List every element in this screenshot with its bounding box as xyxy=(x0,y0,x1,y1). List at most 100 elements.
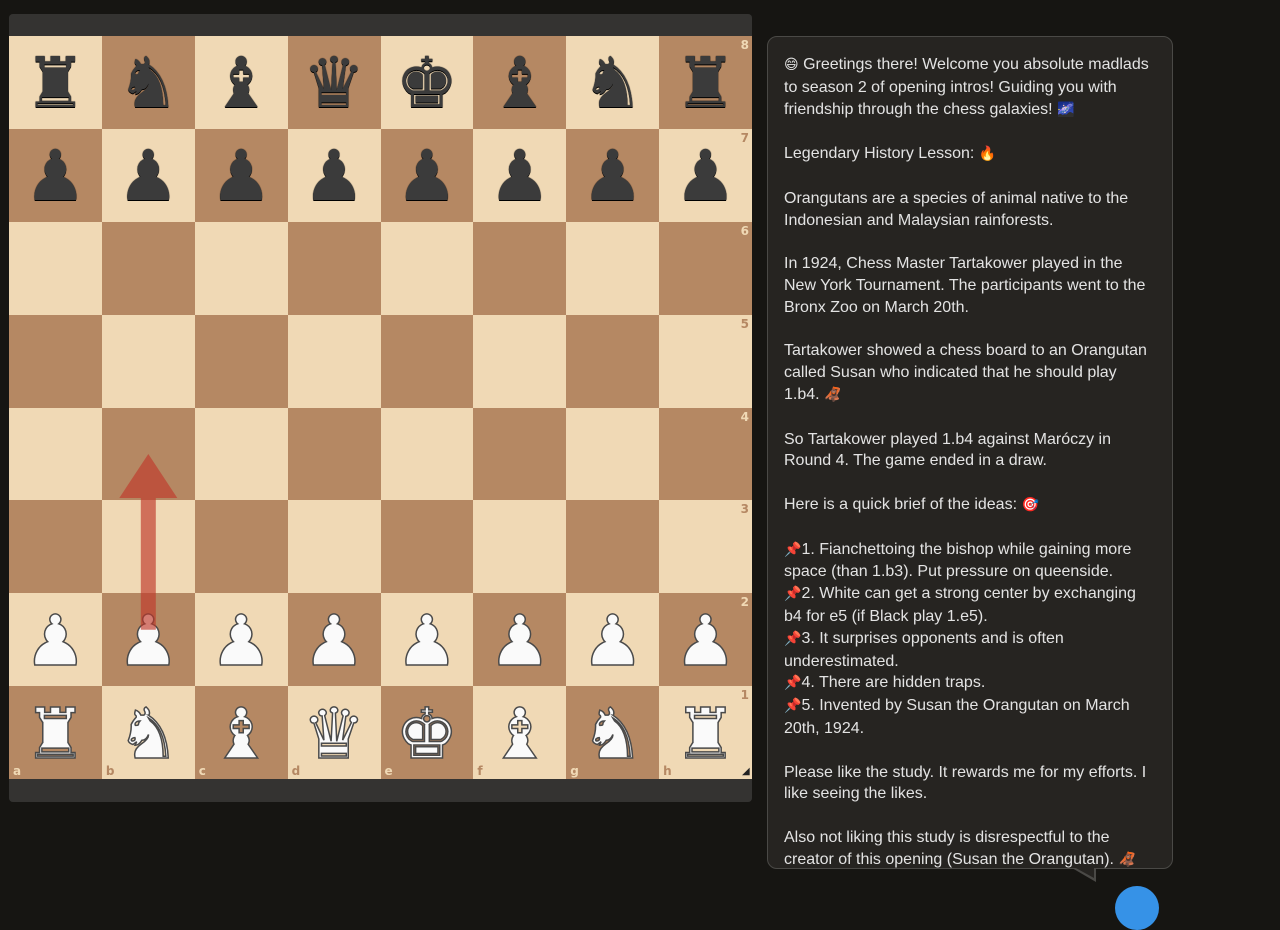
square-d1[interactable]: ♛ d xyxy=(287,686,381,779)
white-pawn-icon[interactable]: ♟ xyxy=(581,605,645,677)
white-pawn-icon[interactable]: ♟ xyxy=(23,605,87,677)
square-b3[interactable] xyxy=(101,500,195,594)
square-a3[interactable] xyxy=(9,500,102,594)
square-c4[interactable] xyxy=(194,407,288,501)
square-h5[interactable]: 5 xyxy=(659,314,752,408)
square-b2[interactable]: ♟ xyxy=(101,593,195,687)
square-d4[interactable] xyxy=(287,407,381,501)
square-b5[interactable] xyxy=(101,314,195,408)
black-pawn-icon[interactable]: ♟ xyxy=(210,141,273,211)
square-c3[interactable] xyxy=(194,500,288,594)
square-f2[interactable]: ♟ xyxy=(473,593,567,687)
square-c5[interactable] xyxy=(194,314,288,408)
square-h4[interactable]: 4 xyxy=(659,407,752,501)
square-d6[interactable] xyxy=(287,221,381,315)
square-f1[interactable]: ♝ f xyxy=(473,686,567,779)
square-h6[interactable]: 6 xyxy=(659,221,752,315)
square-a6[interactable] xyxy=(9,221,102,315)
square-c1[interactable]: ♝ c xyxy=(194,686,288,779)
square-b6[interactable] xyxy=(101,221,195,315)
square-h3[interactable]: 3 xyxy=(659,500,752,594)
board-resize-grip-icon[interactable]: ◢ xyxy=(742,767,752,777)
black-pawn-icon[interactable]: ♟ xyxy=(396,141,459,211)
black-bishop-icon[interactable]: ♝ xyxy=(210,48,273,118)
square-e8[interactable]: ♚ xyxy=(380,36,474,129)
white-rook-icon[interactable]: ♜ xyxy=(673,698,737,770)
black-pawn-icon[interactable]: ♟ xyxy=(117,141,180,211)
square-f5[interactable] xyxy=(473,314,567,408)
square-c8[interactable]: ♝ xyxy=(194,36,288,129)
square-c2[interactable]: ♟ xyxy=(194,593,288,687)
square-f6[interactable] xyxy=(473,221,567,315)
square-d3[interactable] xyxy=(287,500,381,594)
square-e7[interactable]: ♟ xyxy=(380,128,474,222)
black-pawn-icon[interactable]: ♟ xyxy=(488,141,551,211)
square-h2[interactable]: ♟ 2 xyxy=(659,593,752,687)
chat-avatar-button[interactable] xyxy=(1115,886,1159,930)
white-knight-icon[interactable]: ♞ xyxy=(581,698,645,770)
black-pawn-icon[interactable]: ♟ xyxy=(24,141,87,211)
square-e6[interactable] xyxy=(380,221,474,315)
square-a5[interactable] xyxy=(9,314,102,408)
square-g2[interactable]: ♟ xyxy=(566,593,660,687)
square-g4[interactable] xyxy=(566,407,660,501)
square-d8[interactable]: ♛ xyxy=(287,36,381,129)
white-queen-icon[interactable]: ♛ xyxy=(302,698,366,770)
square-f8[interactable]: ♝ xyxy=(473,36,567,129)
square-a7[interactable]: ♟ xyxy=(9,128,102,222)
square-b7[interactable]: ♟ xyxy=(101,128,195,222)
square-e2[interactable]: ♟ xyxy=(380,593,474,687)
square-f4[interactable] xyxy=(473,407,567,501)
greeting-paragraph: 😄 Greetings there! Welcome you absolute … xyxy=(784,54,1156,121)
square-a2[interactable]: ♟ xyxy=(9,593,102,687)
white-pawn-icon[interactable]: ♟ xyxy=(116,605,180,677)
black-pawn-icon[interactable]: ♟ xyxy=(303,141,366,211)
white-pawn-icon[interactable]: ♟ xyxy=(302,605,366,677)
square-g5[interactable] xyxy=(566,314,660,408)
black-pawn-icon[interactable]: ♟ xyxy=(581,141,644,211)
white-pawn-icon[interactable]: ♟ xyxy=(209,605,273,677)
square-g6[interactable] xyxy=(566,221,660,315)
square-g3[interactable] xyxy=(566,500,660,594)
chessboard[interactable]: ♜ ♞ ♝ ♛ ♚ ♝ ♞ ♜ 8 ♟ ♟ ♟ ♟ ♟ ♟ ♟ ♟ 7 6 5 4 3 ♟ ♟ ♟ ♟ ♟ ♟ ♟ ♟ 2 ♜ a ♞ b ♝ c ♛ d ♚… xyxy=(9,36,752,779)
square-e1[interactable]: ♚ e xyxy=(380,686,474,779)
square-h8[interactable]: ♜ 8 xyxy=(659,36,752,129)
square-e4[interactable] xyxy=(380,407,474,501)
square-h1[interactable]: ♜ 1 h xyxy=(659,686,752,779)
square-e5[interactable] xyxy=(380,314,474,408)
square-f7[interactable]: ♟ xyxy=(473,128,567,222)
square-e3[interactable] xyxy=(380,500,474,594)
white-bishop-icon[interactable]: ♝ xyxy=(209,698,273,770)
square-a4[interactable] xyxy=(9,407,102,501)
square-h7[interactable]: ♟ 7 xyxy=(659,128,752,222)
square-a1[interactable]: ♜ a xyxy=(9,686,102,779)
square-g1[interactable]: ♞ g xyxy=(566,686,660,779)
square-a8[interactable]: ♜ xyxy=(9,36,102,129)
black-rook-icon[interactable]: ♜ xyxy=(674,48,737,118)
square-c6[interactable] xyxy=(194,221,288,315)
black-pawn-icon[interactable]: ♟ xyxy=(674,141,737,211)
square-d2[interactable]: ♟ xyxy=(287,593,381,687)
square-c7[interactable]: ♟ xyxy=(194,128,288,222)
square-f3[interactable] xyxy=(473,500,567,594)
black-rook-icon[interactable]: ♜ xyxy=(24,48,87,118)
black-knight-icon[interactable]: ♞ xyxy=(117,48,180,118)
black-knight-icon[interactable]: ♞ xyxy=(581,48,644,118)
square-d5[interactable] xyxy=(287,314,381,408)
white-king-icon[interactable]: ♚ xyxy=(395,698,459,770)
black-queen-icon[interactable]: ♛ xyxy=(303,48,366,118)
white-bishop-icon[interactable]: ♝ xyxy=(488,698,552,770)
black-bishop-icon[interactable]: ♝ xyxy=(488,48,551,118)
white-pawn-icon[interactable]: ♟ xyxy=(395,605,459,677)
square-g7[interactable]: ♟ xyxy=(566,128,660,222)
black-king-icon[interactable]: ♚ xyxy=(396,48,459,118)
square-g8[interactable]: ♞ xyxy=(566,36,660,129)
square-b4[interactable] xyxy=(101,407,195,501)
square-b8[interactable]: ♞ xyxy=(101,36,195,129)
white-pawn-icon[interactable]: ♟ xyxy=(488,605,552,677)
white-pawn-icon[interactable]: ♟ xyxy=(673,605,737,677)
square-b1[interactable]: ♞ b xyxy=(101,686,195,779)
white-rook-icon[interactable]: ♜ xyxy=(23,698,87,770)
square-d7[interactable]: ♟ xyxy=(287,128,381,222)
white-knight-icon[interactable]: ♞ xyxy=(116,698,180,770)
